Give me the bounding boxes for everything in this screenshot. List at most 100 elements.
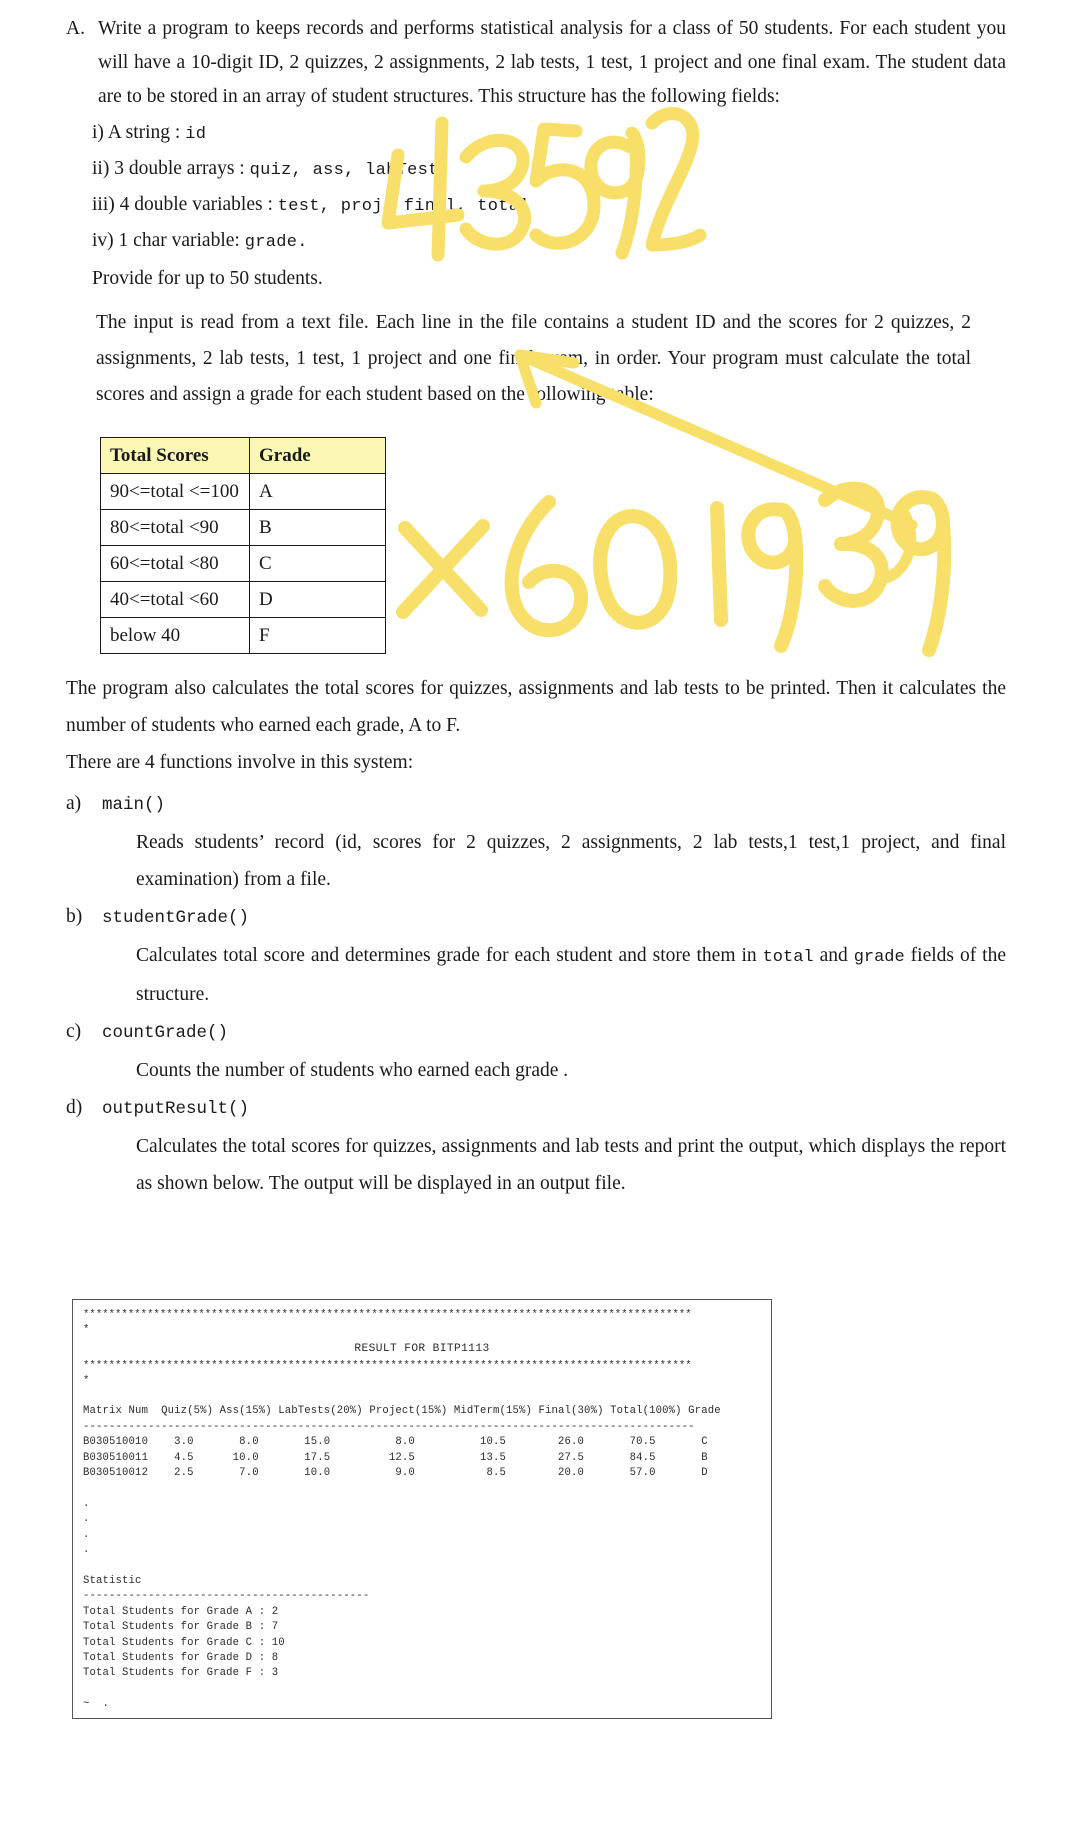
field-code-iv: grade. bbox=[244, 233, 308, 252]
console-output-box: ****************************************… bbox=[72, 1299, 772, 1719]
header-total-scores: Total Scores bbox=[100, 437, 250, 474]
function-description-countgrade: Counts the number of students who earned… bbox=[136, 1060, 569, 1081]
console-statistic-row: Total Students for Grade C : 10 bbox=[83, 1636, 285, 1649]
table-row: 40<=total <60 D bbox=[100, 581, 386, 618]
console-report-title: RESULT FOR BITP1113 bbox=[354, 1343, 490, 1355]
function-entry-studentgrade: b) studentGrade() Calculates total score… bbox=[66, 898, 1006, 1013]
desc-code-grade: grade bbox=[853, 948, 905, 967]
grade-table-container: Total Scores Grade 90<=total <=100 A 80<… bbox=[100, 437, 386, 654]
function-name-main: main() bbox=[102, 795, 166, 815]
function-marker-b: b) bbox=[66, 906, 83, 927]
question-block-a: A. Write a program to keeps records and … bbox=[66, 12, 1006, 296]
console-data-row: B030510010 3.0 8.0 15.0 8.0 10.5 26.0 70… bbox=[83, 1436, 708, 1449]
desc-code-total: total bbox=[762, 948, 814, 967]
function-marker-c: c) bbox=[66, 1021, 82, 1042]
console-statistic-row: Total Students for Grade D : 8 bbox=[83, 1651, 279, 1664]
console-blank-4 bbox=[83, 1682, 761, 1697]
desc-part-mid: and bbox=[813, 945, 854, 966]
cell-score-range: below 40 bbox=[100, 617, 250, 654]
grade-table: Total Scores Grade 90<=total <=100 A 80<… bbox=[100, 437, 386, 654]
totals-paragraph: The program also calculates the total sc… bbox=[66, 678, 1006, 736]
function-marker-d: d) bbox=[66, 1097, 83, 1118]
cell-grade: D bbox=[249, 581, 386, 618]
console-star-line-bottom: ****************************************… bbox=[83, 1360, 692, 1372]
table-row: below 40 F bbox=[100, 617, 386, 654]
function-entry-outputresult: d) outputResult() Calculates the total s… bbox=[66, 1089, 1006, 1202]
console-ellipsis-dot: . bbox=[83, 1513, 90, 1526]
input-description-paragraph: The input is read from a text file. Each… bbox=[96, 312, 971, 405]
function-heading: a) main() bbox=[66, 785, 1006, 824]
document-page: A. Write a program to keeps records and … bbox=[0, 0, 1080, 1827]
table-header-row: Total Scores Grade bbox=[100, 437, 386, 474]
console-ellipsis-dot: . bbox=[83, 1497, 90, 1510]
console-blank-3 bbox=[83, 1558, 761, 1573]
field-marker-i: i) bbox=[92, 122, 104, 143]
field-text-ii: 3 double arrays : bbox=[114, 158, 250, 179]
cell-score-range: 40<=total <60 bbox=[100, 581, 250, 618]
function-name-countgrade: countGrade() bbox=[102, 1023, 229, 1043]
header-grade: Grade bbox=[249, 437, 386, 474]
function-name-studentgrade: studentGrade() bbox=[102, 908, 250, 928]
cell-score-range: 60<=total <80 bbox=[100, 545, 250, 582]
console-dot-2: * bbox=[83, 1375, 90, 1387]
field-text-iv: 1 char variable: bbox=[118, 230, 245, 251]
handwritten-annotation-bottom bbox=[395, 460, 955, 670]
functions-section: The program also calculates the total sc… bbox=[66, 670, 1006, 1202]
field-text-i: A string : bbox=[107, 122, 186, 143]
question-a-intro: A. Write a program to keeps records and … bbox=[66, 12, 1006, 114]
cell-grade: C bbox=[249, 545, 386, 582]
function-marker-a: a) bbox=[66, 793, 82, 814]
cell-grade: A bbox=[249, 473, 386, 510]
function-entry-main: a) main() Reads students’ record (id, sc… bbox=[66, 785, 1006, 898]
provide-note: Provide for up to 50 students. bbox=[92, 268, 323, 289]
list-item: iv) 1 char variable: grade. bbox=[92, 224, 1006, 260]
field-marker-ii: ii) bbox=[92, 158, 110, 179]
console-statistic-label: Statistic bbox=[83, 1574, 142, 1587]
question-marker: A. bbox=[66, 18, 85, 39]
table-row: 80<=total <90 B bbox=[100, 509, 386, 546]
list-item: iii) 4 double variables : test, proj, fi… bbox=[92, 188, 1006, 224]
cell-grade: B bbox=[249, 509, 386, 546]
console-divider: ----------------------------------------… bbox=[83, 1420, 695, 1433]
functions-intro: There are 4 functions involve in this sy… bbox=[66, 752, 414, 773]
list-item: i) A string : id bbox=[92, 116, 1006, 152]
console-ellipsis-dot: . bbox=[83, 1528, 90, 1541]
field-text-iii: 4 double variables : bbox=[119, 194, 278, 215]
console-tail: ~ . bbox=[83, 1698, 110, 1711]
function-description-studentgrade: Calculates total score and determines gr… bbox=[66, 937, 1006, 1013]
cell-score-range: 80<=total <90 bbox=[100, 509, 250, 546]
question-intro-text: Write a program to keeps records and per… bbox=[98, 18, 1006, 107]
function-entry-countgrade: c) countGrade() Counts the number of stu… bbox=[66, 1013, 1006, 1089]
function-heading: c) countGrade() bbox=[66, 1013, 1006, 1052]
table-row: 90<=total <=100 A bbox=[100, 473, 386, 510]
function-description-outputresult: Calculates the total scores for quizzes,… bbox=[136, 1136, 1006, 1194]
structure-fields-list: i) A string : id ii) 3 double arrays : q… bbox=[66, 116, 1006, 260]
console-statistic-row: Total Students for Grade B : 7 bbox=[83, 1621, 279, 1634]
cell-score-range: 90<=total <=100 bbox=[100, 473, 250, 510]
function-heading: b) studentGrade() bbox=[66, 898, 1006, 937]
console-statistic-divider: ----------------------------------------… bbox=[83, 1590, 370, 1603]
function-heading: d) outputResult() bbox=[66, 1089, 1006, 1128]
console-table-header: Matrix Num Quiz(5%) Ass(15%) LabTests(20… bbox=[83, 1405, 721, 1418]
console-blank-1 bbox=[83, 1389, 761, 1404]
function-description-main: Reads students’ record (id, scores for 2… bbox=[136, 832, 1006, 890]
field-code-i: id bbox=[185, 125, 207, 144]
console-data-row: B030510012 2.5 7.0 10.0 9.0 8.5 20.0 57.… bbox=[83, 1467, 708, 1480]
console-dot-1: * bbox=[83, 1324, 90, 1336]
console-star-line-top: ****************************************… bbox=[83, 1309, 692, 1321]
field-marker-iii: iii) bbox=[92, 194, 115, 215]
console-ellipsis-dot: . bbox=[83, 1544, 90, 1557]
function-name-outputresult: outputResult() bbox=[102, 1099, 250, 1119]
field-code-ii: quiz, ass, labTest bbox=[249, 161, 439, 180]
field-code-iii: test, proj, final, total bbox=[277, 197, 530, 216]
list-item: ii) 3 double arrays : quiz, ass, labTest bbox=[92, 152, 1006, 188]
function-list: a) main() Reads students’ record (id, sc… bbox=[66, 785, 1006, 1202]
field-marker-iv: iv) bbox=[92, 230, 114, 251]
console-statistic-row: Total Students for Grade A : 2 bbox=[83, 1605, 279, 1618]
console-data-row: B030510011 4.5 10.0 17.5 12.5 13.5 27.5 … bbox=[83, 1451, 708, 1464]
console-statistic-row: Total Students for Grade F : 3 bbox=[83, 1667, 279, 1680]
cell-grade: F bbox=[249, 617, 386, 654]
table-row: 60<=total <80 C bbox=[100, 545, 386, 582]
desc-part-pre: Calculates total score and determines gr… bbox=[136, 945, 763, 966]
console-blank-2 bbox=[83, 1481, 761, 1496]
